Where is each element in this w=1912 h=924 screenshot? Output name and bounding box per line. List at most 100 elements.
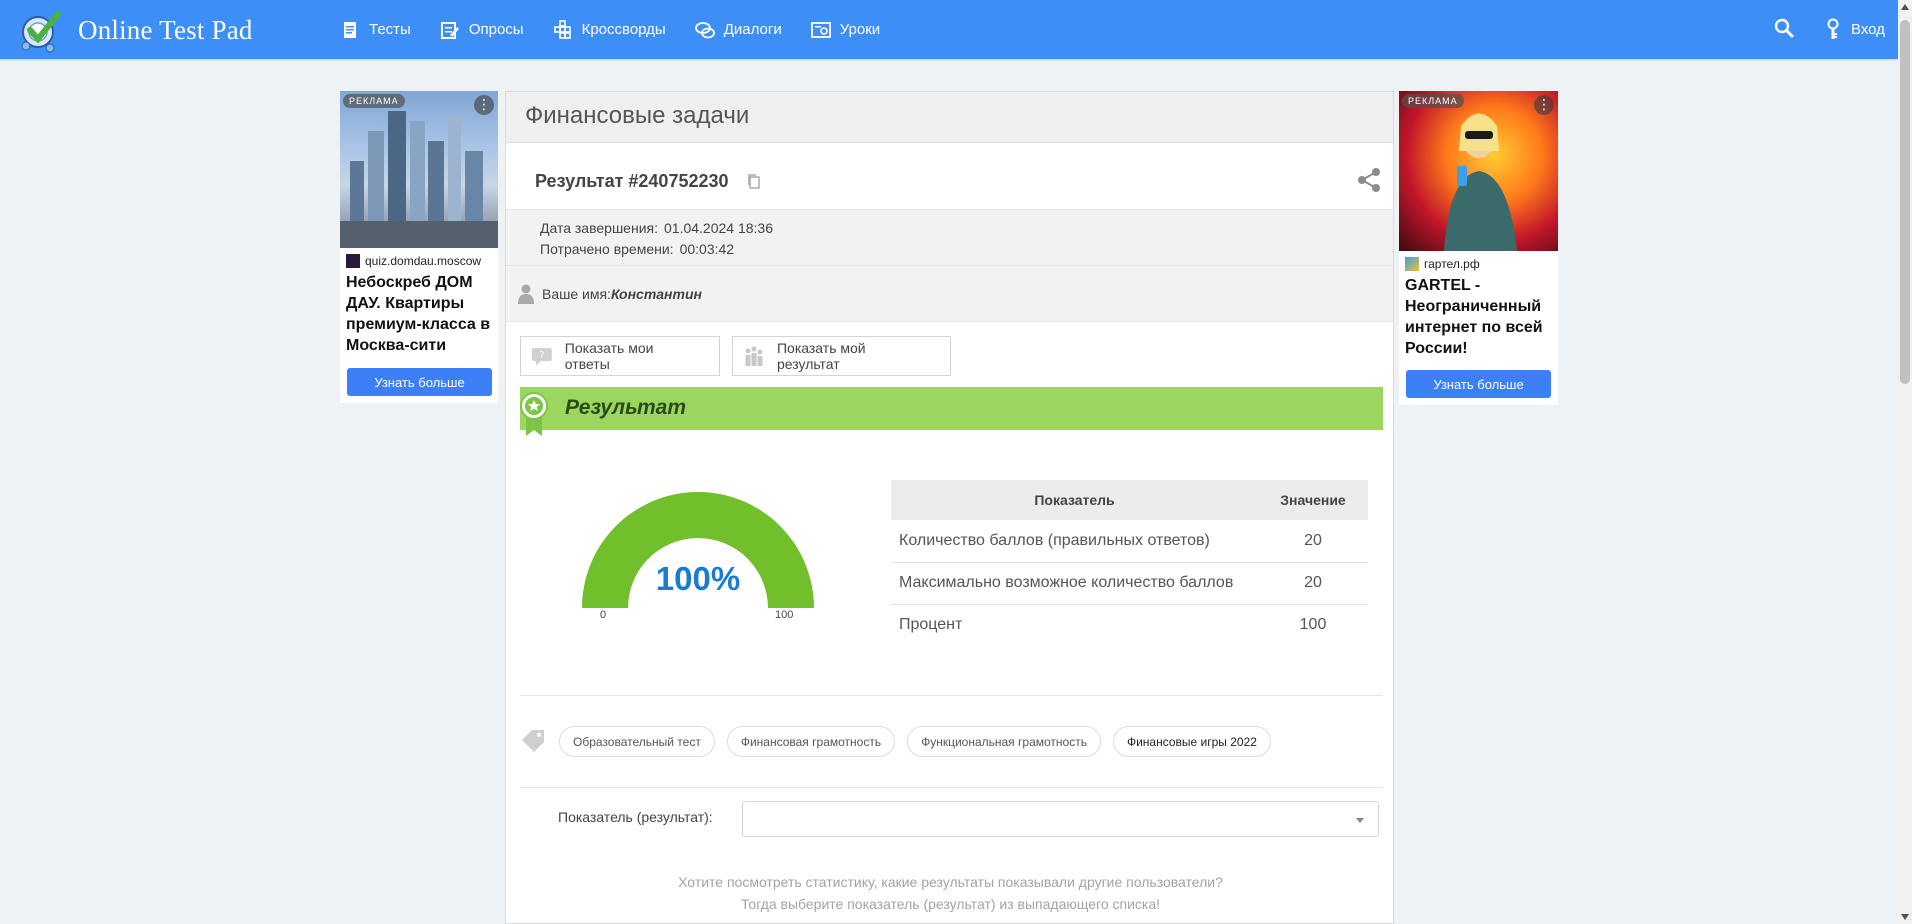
logo-icon xyxy=(21,11,61,53)
search-icon[interactable] xyxy=(1773,17,1795,39)
finish-date-label: Дата завершения: xyxy=(540,220,658,236)
time-spent-label: Потрачено времени: xyxy=(540,241,674,257)
result-gauge xyxy=(582,491,814,608)
user-name: Ваше имя:Константин xyxy=(542,286,702,302)
nav-dialogs-label: Диалоги xyxy=(723,21,782,38)
ad-right-more-button[interactable]: Узнать больше xyxy=(1406,370,1551,398)
gauge-percent: 100% xyxy=(655,560,741,597)
tag-chip[interactable]: Финансовая грамотность xyxy=(726,726,896,757)
finish-date-row: Дата завершения: 01.04.2024 18:36 xyxy=(540,218,1393,239)
ad-right-title[interactable]: GARTEL - Неограниченный интернет по всей… xyxy=(1399,271,1558,359)
share-icon[interactable] xyxy=(1357,167,1381,193)
document-icon xyxy=(344,21,356,38)
ad-left-title[interactable]: Небоскреб ДОМ ДАУ. Квартиры премиум-клас… xyxy=(340,268,498,356)
nav-lessons[interactable]: Уроки xyxy=(810,20,881,40)
ad-menu-icon[interactable]: ⋮ xyxy=(474,95,494,115)
tag-icon xyxy=(522,730,544,752)
nav-tests[interactable]: Тесты xyxy=(340,20,411,40)
result-actions: ? Показать мои ответы Показать мой резул… xyxy=(520,336,963,376)
key-icon xyxy=(1827,18,1839,39)
login-button[interactable]: Вход xyxy=(1825,18,1885,40)
ad-favicon-icon xyxy=(346,254,360,268)
ad-label: РЕКЛАМА xyxy=(1402,94,1464,108)
result-meta: Дата завершения: 01.04.2024 18:36 Потраче… xyxy=(506,210,1393,266)
divider xyxy=(520,695,1383,696)
ad-left-more-button[interactable]: Узнать больше xyxy=(347,368,492,396)
test-title: Финансовые задачи xyxy=(506,92,1393,143)
result-heading: Результат xyxy=(565,396,687,419)
woman-phone-image xyxy=(1444,113,1517,251)
result-number: Результат #240752230 xyxy=(535,171,729,191)
tag-chip[interactable]: Финансовые игры 2022 xyxy=(1112,726,1271,757)
table-row: Максимально возможное количество баллов … xyxy=(891,562,1368,605)
gauge-max-label: 100 xyxy=(775,609,794,621)
table-cell-indicator: Процент xyxy=(899,616,963,634)
finish-date-value: 01.04.2024 18:36 xyxy=(664,220,773,236)
people-stats-icon xyxy=(745,346,763,366)
ad-left[interactable]: РЕКЛАМА ⋮ quiz.domdau.moscow Небоскреб Д… xyxy=(340,91,498,403)
result-panel: Финансовые задачи Результат #240752230 Д… xyxy=(505,91,1394,924)
nav-dialogs[interactable]: Диалоги xyxy=(694,20,782,40)
col-indicator-header: Показатель xyxy=(891,480,1258,520)
nav-crosswords-label: Кроссворды xyxy=(581,21,666,38)
ad-right-source-text: гартел.рф xyxy=(1424,257,1480,271)
col-value-header: Значение xyxy=(1258,480,1368,520)
svg-text:?: ? xyxy=(539,350,544,361)
gauge-min-label: 0 xyxy=(600,609,607,621)
show-answers-label: Показать мои ответы xyxy=(564,340,654,372)
tag-chip[interactable]: Функциональная грамотность xyxy=(907,726,1101,757)
chevron-down-icon xyxy=(1356,818,1364,823)
table-cell-value: 20 xyxy=(1258,520,1368,563)
user-icon xyxy=(518,284,534,304)
table-cell-value: 20 xyxy=(1258,562,1368,605)
ad-favicon-icon xyxy=(1405,257,1419,271)
nav-surveys-label: Опросы xyxy=(468,21,524,38)
ad-right-source[interactable]: гартел.рф xyxy=(1399,251,1558,271)
table-header-row: Показатель Значение xyxy=(891,480,1368,520)
indicator-select[interactable] xyxy=(742,801,1379,837)
crossword-icon xyxy=(553,19,571,39)
award-badge-icon xyxy=(520,392,548,436)
nav-surveys[interactable]: Опросы xyxy=(440,20,524,40)
scroll-up-arrow-icon[interactable] xyxy=(1901,4,1909,10)
nav-tests-label: Тесты xyxy=(369,21,411,38)
ad-left-source-text: quiz.domdau.moscow xyxy=(365,254,482,268)
table-cell-indicator: Количество баллов (правильных ответов) xyxy=(891,520,1258,563)
ad-menu-icon[interactable]: ⋮ xyxy=(1534,95,1554,115)
question-bubble-icon: ? xyxy=(531,348,552,366)
divider xyxy=(520,787,1383,788)
chat-icon xyxy=(694,21,715,38)
show-result-button[interactable]: Показать мой результат xyxy=(732,336,951,376)
nav-crosswords[interactable]: Кроссворды xyxy=(553,19,666,40)
stats-hint-line1: Хотите посмотреть статистику, какие резу… xyxy=(678,874,1223,890)
table-cell-indicator: Максимально возможное количество баллов xyxy=(891,562,1258,605)
nav-lessons-label: Уроки xyxy=(839,21,881,38)
ad-right[interactable]: РЕКЛАМА ⋮ гартел.рф GARTEL - Неограничен… xyxy=(1399,91,1558,405)
top-navbar: Online Test Pad Тесты Опросы Кроссворды … xyxy=(0,0,1898,59)
lesson-icon xyxy=(810,21,831,38)
time-spent-value: 00:03:42 xyxy=(679,241,735,257)
indicator-select-label: Показатель (результат): xyxy=(558,809,713,825)
ad-left-source[interactable]: quiz.domdau.moscow xyxy=(340,248,498,268)
survey-icon xyxy=(440,21,459,39)
result-stats-table: Показатель Значение Количество баллов (п… xyxy=(891,480,1368,646)
table-row: Количество баллов (правильных ответов) 2… xyxy=(891,520,1368,563)
tag-chip[interactable]: Образовательный тест xyxy=(559,726,715,757)
show-result-label: Показать мой результат xyxy=(776,340,866,372)
tag-list: Образовательный тест Финансовая грамотно… xyxy=(559,726,1283,757)
scroll-thumb[interactable] xyxy=(1900,20,1910,384)
user-name-row: Ваше имя:Константин xyxy=(506,266,1393,322)
logo-text: Online Test Pad xyxy=(78,14,253,45)
page-scrollbar[interactable] xyxy=(1898,0,1912,924)
site-logo[interactable]: Online Test Pad xyxy=(18,6,253,54)
time-spent-row: Потрачено времени: 00:03:42 xyxy=(540,239,1393,260)
ad-left-image[interactable]: РЕКЛАМА ⋮ xyxy=(340,91,498,248)
result-heading-bar: Результат xyxy=(520,387,1383,430)
ad-right-image[interactable]: РЕКЛАМА ⋮ xyxy=(1399,91,1558,251)
copy-icon[interactable] xyxy=(746,173,762,189)
user-name-label: Ваше имя: xyxy=(542,286,611,302)
show-answers-button[interactable]: ? Показать мои ответы xyxy=(520,336,720,376)
scroll-down-arrow-icon[interactable] xyxy=(1901,914,1909,920)
table-cell-value: 100 xyxy=(1299,616,1327,634)
user-name-value: Константин xyxy=(610,286,702,302)
